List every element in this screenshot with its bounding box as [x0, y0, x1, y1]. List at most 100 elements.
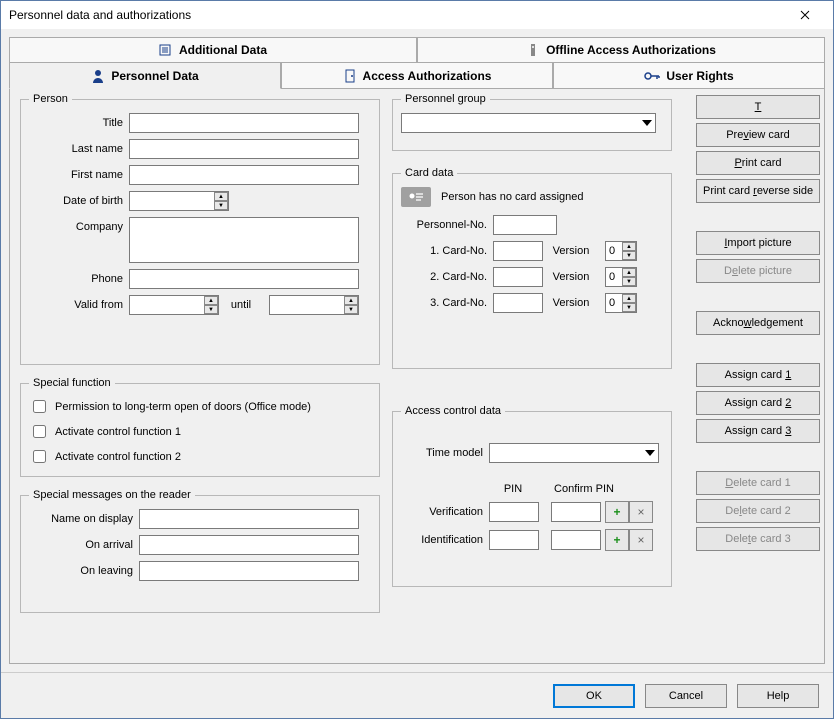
- delete-card-2-button[interactable]: Delete card 2: [696, 499, 820, 523]
- title-label: Title: [29, 117, 129, 129]
- assign-card-3-button[interactable]: Assign card 3: [696, 419, 820, 443]
- company-label: Company: [29, 217, 129, 233]
- confirm-pin-header: Confirm PIN: [543, 483, 625, 495]
- verification-add-button[interactable]: +: [605, 501, 629, 523]
- titlebar: Personnel data and authorizations: [1, 1, 833, 30]
- card3-label: 3. Card-No.: [401, 297, 493, 309]
- card3-input[interactable]: [493, 293, 543, 313]
- delete-card-1-button[interactable]: Delete card 1: [696, 471, 820, 495]
- version3-label: Version: [543, 297, 605, 309]
- card-status-label: Person has no card assigned: [441, 191, 583, 203]
- tab-content: Person Title Last name First name Date o…: [9, 89, 825, 664]
- on-arrival-input[interactable]: [139, 535, 359, 555]
- preview-card-button[interactable]: Preview card: [696, 123, 820, 147]
- offline-access-icon: [526, 43, 540, 57]
- name-on-display-input[interactable]: [139, 509, 359, 529]
- door-icon: [343, 69, 357, 83]
- identification-add-button[interactable]: +: [605, 529, 629, 551]
- activate-control-2-check[interactable]: Activate control function 2: [29, 447, 371, 466]
- special-function-legend: Special function: [29, 377, 115, 389]
- version3-spinner[interactable]: ▲▼: [622, 294, 636, 312]
- permission-longterm-checkbox[interactable]: [33, 400, 46, 413]
- key-icon: [644, 69, 660, 83]
- window: Personnel data and authorizations Additi…: [0, 0, 834, 719]
- title-input[interactable]: [129, 113, 359, 133]
- body: Additional Data Offline Access Authoriza…: [1, 29, 833, 672]
- delete-card-3-button[interactable]: Delete card 3: [696, 527, 820, 551]
- identification-label: Identification: [401, 534, 489, 546]
- verification-clear-button[interactable]: ×: [629, 501, 653, 523]
- print-card-reverse-button[interactable]: Print card reverse side: [696, 179, 820, 203]
- tab-user-rights[interactable]: User Rights: [553, 63, 825, 89]
- help-button[interactable]: Help: [737, 684, 819, 708]
- card-data-legend: Card data: [401, 167, 457, 179]
- company-input[interactable]: [129, 217, 359, 263]
- additional-data-icon: [159, 43, 173, 57]
- tab-personnel-data[interactable]: Personnel Data: [9, 63, 281, 89]
- permission-longterm-check[interactable]: Permission to long-term open of doors (O…: [29, 397, 371, 416]
- acknowledgement-button[interactable]: Acknowledgement: [696, 311, 820, 335]
- personnel-group-select[interactable]: [401, 113, 656, 133]
- activate-control-2-checkbox[interactable]: [33, 450, 46, 463]
- tab-additional-data[interactable]: Additional Data: [9, 37, 417, 63]
- verification-label: Verification: [401, 506, 489, 518]
- assign-card-2-button[interactable]: Assign card 2: [696, 391, 820, 415]
- activate-control-2-label: Activate control function 2: [55, 451, 181, 463]
- ok-button[interactable]: OK: [553, 684, 635, 708]
- card1-label: 1. Card-No.: [401, 245, 493, 257]
- identification-confirm-input[interactable]: [551, 530, 601, 550]
- last-name-input[interactable]: [129, 139, 359, 159]
- phone-label: Phone: [29, 273, 129, 285]
- take-picture-button[interactable]: T: [696, 95, 820, 119]
- side-buttons: T Preview card Print card Print card rev…: [696, 95, 820, 551]
- permission-longterm-label: Permission to long-term open of doors (O…: [55, 401, 311, 413]
- verification-pin-input[interactable]: [489, 502, 539, 522]
- activate-control-1-check[interactable]: Activate control function 1: [29, 422, 371, 441]
- version2-label: Version: [543, 271, 605, 283]
- import-picture-button[interactable]: Import picture: [696, 231, 820, 255]
- delete-picture-button[interactable]: Delete picture: [696, 259, 820, 283]
- first-name-input[interactable]: [129, 165, 359, 185]
- valid-from-label: Valid from: [29, 299, 129, 311]
- identification-pin-input[interactable]: [489, 530, 539, 550]
- dob-spinner[interactable]: ▲▼: [214, 192, 228, 210]
- close-icon: [800, 10, 810, 20]
- tab-label: User Rights: [666, 69, 733, 83]
- tab-label: Offline Access Authorizations: [546, 43, 716, 57]
- valid-until-spinner[interactable]: ▲▼: [344, 296, 358, 314]
- name-on-display-label: Name on display: [29, 513, 139, 525]
- first-name-label: First name: [29, 169, 129, 181]
- assign-card-1-button[interactable]: Assign card 1: [696, 363, 820, 387]
- personnel-no-input[interactable]: [493, 215, 557, 235]
- bottom-bar: OK Cancel Help: [1, 672, 833, 718]
- version1-spinner[interactable]: ▲▼: [622, 242, 636, 260]
- verification-confirm-input[interactable]: [551, 502, 601, 522]
- activate-control-1-checkbox[interactable]: [33, 425, 46, 438]
- last-name-label: Last name: [29, 143, 129, 155]
- tab-offline-access[interactable]: Offline Access Authorizations: [417, 37, 825, 63]
- card2-input[interactable]: [493, 267, 543, 287]
- person-legend: Person: [29, 93, 72, 105]
- access-control-group: Access control data Time model PINConfir…: [392, 405, 672, 587]
- personnel-no-label: Personnel-No.: [401, 219, 493, 231]
- card1-input[interactable]: [493, 241, 543, 261]
- cancel-button[interactable]: Cancel: [645, 684, 727, 708]
- activate-control-1-label: Activate control function 1: [55, 426, 181, 438]
- tab-label: Personnel Data: [111, 69, 198, 83]
- personnel-group-legend: Personnel group: [401, 93, 490, 105]
- on-leaving-input[interactable]: [139, 561, 359, 581]
- special-messages-group: Special messages on the reader Name on d…: [20, 489, 380, 613]
- time-model-select[interactable]: [489, 443, 659, 463]
- tab-access-authorizations[interactable]: Access Authorizations: [281, 63, 553, 89]
- close-button[interactable]: [785, 2, 825, 28]
- valid-from-spinner[interactable]: ▲▼: [204, 296, 218, 314]
- tab-row-bottom: Personnel Data Access Authorizations Use…: [9, 63, 825, 89]
- print-card-button[interactable]: Print card: [696, 151, 820, 175]
- version2-spinner[interactable]: ▲▼: [622, 268, 636, 286]
- identification-clear-button[interactable]: ×: [629, 529, 653, 551]
- card2-label: 2. Card-No.: [401, 271, 493, 283]
- person-icon: [91, 69, 105, 83]
- special-messages-legend: Special messages on the reader: [29, 489, 195, 501]
- phone-input[interactable]: [129, 269, 359, 289]
- window-title: Personnel data and authorizations: [9, 8, 785, 22]
